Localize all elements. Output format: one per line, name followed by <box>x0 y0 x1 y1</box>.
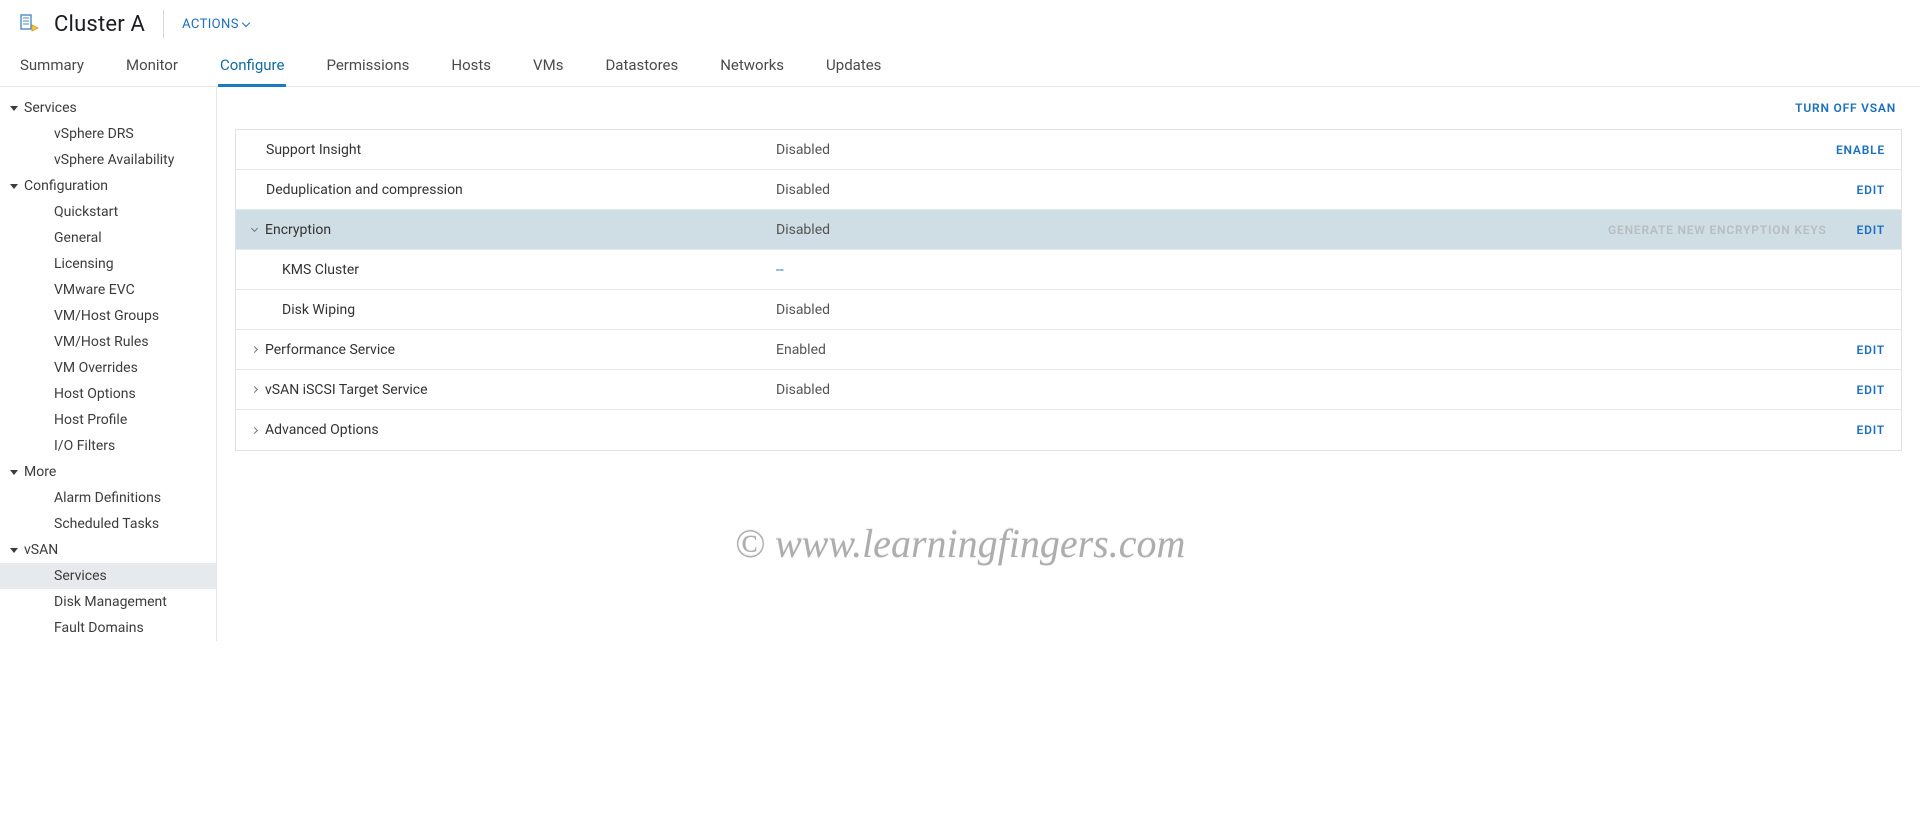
tab-updates[interactable]: Updates <box>824 50 883 87</box>
sidebar-group-label: Configuration <box>24 178 108 194</box>
chevron-right-icon[interactable] <box>251 346 258 353</box>
sidebar-item-scheduled-tasks[interactable]: Scheduled Tasks <box>0 511 216 537</box>
row-actions: EDIT <box>1156 423 1885 437</box>
row-label-text: KMS Cluster <box>282 262 359 278</box>
page-header: Cluster A ACTIONS <box>0 0 1920 44</box>
sidebar-item-licensing[interactable]: Licensing <box>0 251 216 277</box>
settings-row-advanced-options[interactable]: Advanced Options EDIT <box>236 410 1901 450</box>
sidebar-item-i-o-filters[interactable]: I/O Filters <box>0 433 216 459</box>
edit-button[interactable]: EDIT <box>1857 183 1885 197</box>
sidebar-item-vm-host-groups[interactable]: VM/Host Groups <box>0 303 216 329</box>
row-value: Disabled <box>776 382 1156 398</box>
sidebar-item-vm-overrides[interactable]: VM Overrides <box>0 355 216 381</box>
sidebar-group-configuration[interactable]: Configuration <box>0 173 216 199</box>
row-actions: EDIT <box>1156 343 1885 357</box>
sidebar-item-vsphere-drs[interactable]: vSphere DRS <box>0 121 216 147</box>
sidebar-group-label: vSAN <box>24 542 58 558</box>
settings-row-performance-service[interactable]: Performance Service Enabled EDIT <box>236 330 1901 370</box>
tab-configure[interactable]: Configure <box>218 50 287 87</box>
settings-row-dedup-compression: Deduplication and compression Disabled EDI… <box>236 170 1901 210</box>
sidebar-item-host-options[interactable]: Host Options <box>0 381 216 407</box>
row-value: Disabled <box>776 302 1156 318</box>
sidebar-item-disk-management[interactable]: Disk Management <box>0 589 216 615</box>
caret-down-icon <box>10 548 18 553</box>
tab-monitor[interactable]: Monitor <box>124 50 180 87</box>
row-value: Disabled <box>776 222 1156 238</box>
caret-down-icon <box>10 106 18 111</box>
chevron-right-icon[interactable] <box>251 386 258 393</box>
edit-button[interactable]: EDIT <box>1857 223 1885 237</box>
caret-down-icon <box>10 184 18 189</box>
row-actions: GENERATE NEW ENCRYPTION KEYS EDIT <box>1156 223 1885 237</box>
sidebar-group-label: More <box>24 464 56 480</box>
sidebar-item-vsphere-availability[interactable]: vSphere Availability <box>0 147 216 173</box>
tab-networks[interactable]: Networks <box>718 50 786 87</box>
enable-button[interactable]: ENABLE <box>1836 143 1885 157</box>
edit-button[interactable]: EDIT <box>1857 383 1885 397</box>
sidebar-item-vm-host-rules[interactable]: VM/Host Rules <box>0 329 216 355</box>
sidebar: Services vSphere DRSvSphere Availability C… <box>0 87 217 641</box>
settings-table: Support Insight Disabled ENABLE Deduplicati… <box>235 129 1902 451</box>
settings-row-vsan-iscsi-target[interactable]: vSAN iSCSI Target Service Disabled EDIT <box>236 370 1901 410</box>
row-actions: EDIT <box>1156 183 1885 197</box>
row-label: Support Insight <box>236 142 776 158</box>
caret-down-icon <box>10 470 18 475</box>
sidebar-item-fault-domains[interactable]: Fault Domains <box>0 615 216 641</box>
row-label: vSAN iSCSI Target Service <box>236 382 776 398</box>
sidebar-item-host-profile[interactable]: Host Profile <box>0 407 216 433</box>
tab-hosts[interactable]: Hosts <box>449 50 493 87</box>
sidebar-item-quickstart[interactable]: Quickstart <box>0 199 216 225</box>
row-label-text: Deduplication and compression <box>266 182 463 198</box>
row-label-text: Performance Service <box>265 342 395 358</box>
settings-row-encryption[interactable]: EncryptionDisabledGENERATE NEW ENCRYPTIO… <box>236 210 1901 250</box>
settings-row-kms-cluster: KMS Cluster -- <box>236 250 1901 290</box>
divider <box>163 10 164 38</box>
sidebar-item-general[interactable]: General <box>0 225 216 251</box>
turn-off-vsan-button[interactable]: TURN OFF VSAN <box>235 97 1902 129</box>
actions-menu[interactable]: ACTIONS <box>182 17 249 32</box>
generate-new-encryption-keys-button: GENERATE NEW ENCRYPTION KEYS <box>1608 223 1827 237</box>
chevron-down-icon <box>242 18 250 26</box>
chevron-down-icon[interactable] <box>251 225 258 232</box>
sidebar-group-services[interactable]: Services <box>0 95 216 121</box>
row-label: Encryption <box>236 222 776 238</box>
row-label: Advanced Options <box>236 422 776 438</box>
cluster-icon <box>18 13 40 35</box>
sidebar-item-services[interactable]: Services <box>0 563 216 589</box>
tab-datastores[interactable]: Datastores <box>603 50 680 87</box>
settings-row-disk-wiping: Disk Wiping Disabled <box>236 290 1901 330</box>
page-title: Cluster A <box>54 12 145 37</box>
sidebar-item-alarm-definitions[interactable]: Alarm Definitions <box>0 485 216 511</box>
sidebar-group-more[interactable]: More <box>0 459 216 485</box>
row-actions: EDIT <box>1156 383 1885 397</box>
row-label-text: Disk Wiping <box>282 302 355 318</box>
row-value: Disabled <box>776 142 1156 158</box>
settings-row-support-insight: Support Insight Disabled ENABLE <box>236 130 1901 170</box>
row-label-text: Support Insight <box>266 142 361 158</box>
main-pane: TURN OFF VSAN Support Insight Disabled ENA… <box>217 87 1920 641</box>
tab-permissions[interactable]: Permissions <box>324 50 411 87</box>
tab-vms[interactable]: VMs <box>531 50 565 87</box>
row-label: Performance Service <box>236 342 776 358</box>
row-label: Deduplication and compression <box>236 182 776 198</box>
actions-label: ACTIONS <box>182 17 239 32</box>
sidebar-group-vsan[interactable]: vSAN <box>0 537 216 563</box>
sidebar-group-label: Services <box>24 100 77 116</box>
row-value: Disabled <box>776 182 1156 198</box>
row-label-text: Encryption <box>265 222 331 238</box>
chevron-right-icon[interactable] <box>251 426 258 433</box>
tabs: Summary Monitor Configure Permissions Hosts V… <box>0 44 1920 87</box>
row-value[interactable]: -- <box>776 262 1156 278</box>
row-value: Enabled <box>776 342 1156 358</box>
row-label: Disk Wiping <box>236 302 776 318</box>
row-label: KMS Cluster <box>236 262 776 278</box>
row-actions: ENABLE <box>1156 143 1885 157</box>
sidebar-item-vmware-evc[interactable]: VMware EVC <box>0 277 216 303</box>
row-label-text: vSAN iSCSI Target Service <box>265 382 428 398</box>
row-label-text: Advanced Options <box>265 422 379 438</box>
tab-summary[interactable]: Summary <box>18 50 86 87</box>
edit-button[interactable]: EDIT <box>1857 343 1885 357</box>
edit-button[interactable]: EDIT <box>1857 423 1885 437</box>
